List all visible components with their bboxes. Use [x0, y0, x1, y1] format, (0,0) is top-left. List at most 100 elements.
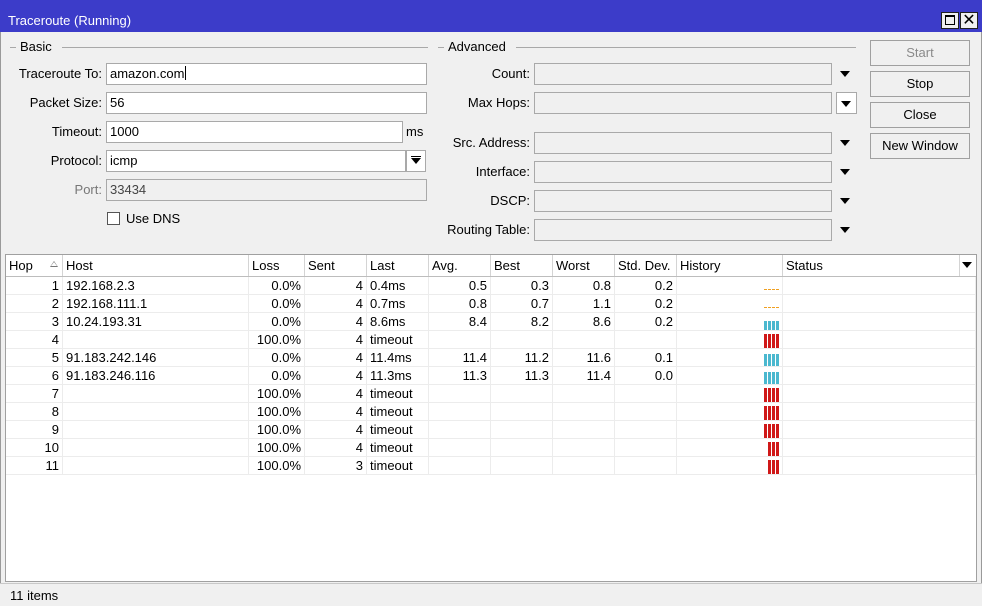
- port-input[interactable]: 33434: [106, 179, 427, 201]
- dscp-label: DSCP:: [490, 193, 530, 208]
- table-row[interactable]: 9 100.0% 4 timeout: [6, 421, 976, 439]
- max-hops-input[interactable]: [534, 92, 832, 114]
- cell-loss: 0.0%: [249, 349, 305, 367]
- cell-best: 0.7: [491, 295, 553, 313]
- column-history[interactable]: History: [677, 255, 783, 276]
- history-bar: [768, 334, 771, 348]
- close-button[interactable]: Close: [870, 102, 970, 128]
- new-window-button[interactable]: New Window: [870, 133, 970, 159]
- chevron-down-icon: [411, 158, 421, 164]
- cell-avg: 0.8: [429, 295, 491, 313]
- window-title: Traceroute (Running): [8, 13, 132, 28]
- cell-sent: 4: [305, 367, 367, 385]
- cell-hop: 10: [6, 439, 63, 457]
- cell-worst: 8.6: [553, 313, 615, 331]
- maximize-button[interactable]: [941, 12, 959, 29]
- interface-dropdown-icon[interactable]: [840, 169, 850, 175]
- cell-loss: 0.0%: [249, 277, 305, 295]
- packet-size-input[interactable]: 56: [106, 92, 427, 114]
- table-row[interactable]: 8 100.0% 4 timeout: [6, 403, 976, 421]
- protocol-label: Protocol:: [50, 153, 102, 168]
- cell-host: [63, 457, 249, 475]
- history-bar: [764, 334, 767, 348]
- src-address-dropdown-icon[interactable]: [840, 140, 850, 146]
- table-row[interactable]: 11 100.0% 3 timeout: [6, 457, 976, 475]
- history-bar: [776, 442, 779, 456]
- column-worst[interactable]: Worst: [553, 255, 615, 276]
- routing-table-input[interactable]: [534, 219, 832, 241]
- start-button[interactable]: Start: [870, 40, 970, 66]
- cell-loss: 0.0%: [249, 367, 305, 385]
- cell-last: 11.3ms: [367, 367, 429, 385]
- cell-sent: 4: [305, 385, 367, 403]
- column-host[interactable]: Host: [63, 255, 249, 276]
- cell-avg: [429, 421, 491, 439]
- cell-history: [677, 367, 783, 385]
- table-row[interactable]: 3 10.24.193.31 0.0% 4 8.6ms 8.4 8.2 8.6 0.2: [6, 313, 976, 331]
- protocol-dropdown-button[interactable]: [406, 150, 426, 172]
- stop-button[interactable]: Stop: [870, 71, 970, 97]
- column-avg[interactable]: Avg.: [429, 255, 491, 276]
- column-sent[interactable]: Sent: [305, 255, 367, 276]
- history-bar: [776, 372, 779, 384]
- cell-history: [677, 313, 783, 331]
- cell-worst: [553, 403, 615, 421]
- cell-worst: [553, 385, 615, 403]
- timeout-input[interactable]: 1000: [106, 121, 403, 143]
- history-bar: [776, 334, 779, 348]
- column-hop[interactable]: Hop: [6, 255, 63, 276]
- table-row[interactable]: 7 100.0% 4 timeout: [6, 385, 976, 403]
- cell-history: [677, 277, 783, 295]
- interface-input[interactable]: [534, 161, 832, 183]
- cell-status: [783, 439, 976, 457]
- cell-status: [783, 385, 976, 403]
- protocol-select[interactable]: icmp: [106, 150, 406, 172]
- count-dropdown-icon[interactable]: [840, 71, 850, 77]
- traceroute-to-value: amazon.com: [110, 66, 185, 81]
- cell-hop: 4: [6, 331, 63, 349]
- column-best[interactable]: Best: [491, 255, 553, 276]
- traceroute-to-input[interactable]: amazon.com: [106, 63, 427, 85]
- cell-history: [677, 421, 783, 439]
- table-row[interactable]: 2 192.168.111.1 0.0% 4 0.7ms 0.8 0.7 1.1 0.2: [6, 295, 976, 313]
- history-bar: [772, 334, 775, 348]
- table-row[interactable]: 10 100.0% 4 timeout: [6, 439, 976, 457]
- table-row[interactable]: 1 192.168.2.3 0.0% 4 0.4ms 0.5 0.3 0.8 0.2: [6, 277, 976, 295]
- column-std-dev[interactable]: Std. Dev.: [615, 255, 677, 276]
- cell-std: [615, 385, 677, 403]
- cell-last: timeout: [367, 457, 429, 475]
- cell-host: [63, 403, 249, 421]
- count-input[interactable]: [534, 63, 832, 85]
- column-loss[interactable]: Loss: [249, 255, 305, 276]
- cell-std: [615, 331, 677, 349]
- close-icon: ✕: [962, 12, 976, 29]
- use-dns-checkbox[interactable]: [107, 212, 120, 225]
- history-bar: [772, 289, 775, 290]
- column-status[interactable]: Status: [783, 255, 960, 276]
- basic-group-line: [62, 47, 428, 48]
- max-hops-dropdown-button[interactable]: [836, 92, 857, 114]
- table-row[interactable]: 6 91.183.246.116 0.0% 4 11.3ms 11.3 11.3 11.4 0.…: [6, 367, 976, 385]
- cell-last: timeout: [367, 385, 429, 403]
- column-menu-button[interactable]: [960, 255, 976, 276]
- dscp-input[interactable]: [534, 190, 832, 212]
- cell-loss: 100.0%: [249, 385, 305, 403]
- column-last[interactable]: Last: [367, 255, 429, 276]
- routing-table-dropdown-icon[interactable]: [840, 227, 850, 233]
- cell-avg: [429, 385, 491, 403]
- cell-status: [783, 421, 976, 439]
- cell-sent: 4: [305, 295, 367, 313]
- advanced-group-line: [516, 47, 856, 48]
- history-bar: [772, 406, 775, 420]
- use-dns-label[interactable]: Use DNS: [126, 211, 180, 227]
- close-window-button[interactable]: ✕: [960, 12, 978, 29]
- table-row[interactable]: 4 100.0% 4 timeout: [6, 331, 976, 349]
- table-row[interactable]: 5 91.183.242.146 0.0% 4 11.4ms 11.4 11.2 11.6 0.…: [6, 349, 976, 367]
- cell-best: [491, 385, 553, 403]
- dscp-dropdown-icon[interactable]: [840, 198, 850, 204]
- traceroute-to-label: Traceroute To:: [18, 66, 102, 81]
- cell-loss: 0.0%: [249, 313, 305, 331]
- cell-std: [615, 403, 677, 421]
- src-address-input[interactable]: [534, 132, 832, 154]
- cell-hop: 7: [6, 385, 63, 403]
